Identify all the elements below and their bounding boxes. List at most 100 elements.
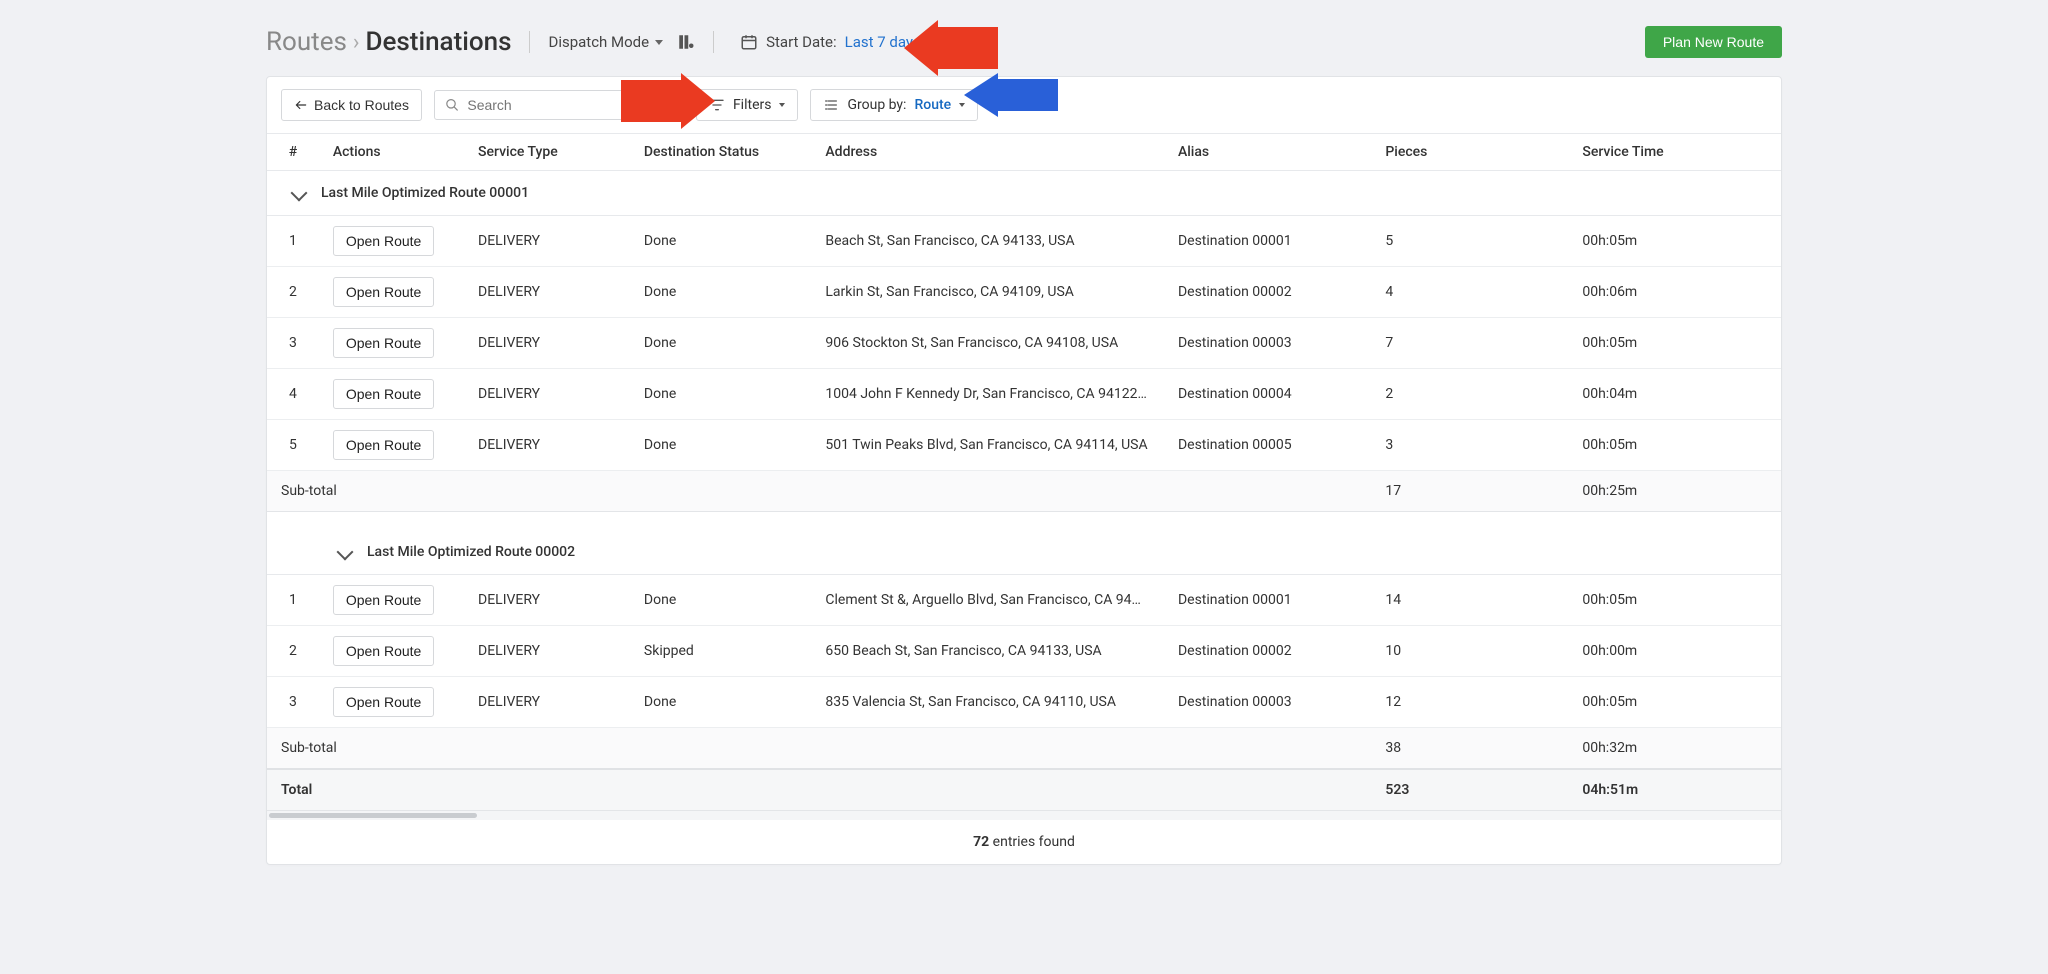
open-route-button[interactable]: Open Route [333,328,435,358]
cell-dest-status: Done [630,676,811,727]
cell-alias: Destination 00003 [1164,318,1371,369]
open-route-button[interactable]: Open Route [333,636,435,666]
open-route-button[interactable]: Open Route [333,430,435,460]
cell-dest-status: Done [630,216,811,267]
back-label: Back to Routes [314,97,409,113]
cell-service-type: DELIVERY [464,267,630,318]
page-header: Routes › Destinations Dispatch Mode Star… [266,18,1782,76]
open-route-button[interactable]: Open Route [333,585,435,615]
cell-pieces: 12 [1371,676,1568,727]
calendar-icon [740,33,758,51]
total-time: 04h:51m [1568,769,1781,811]
cell-service-time: 00h:05m [1568,676,1781,727]
total-pieces: 523 [1371,769,1568,811]
start-date-value: Last 7 days [845,33,921,51]
col-address[interactable]: Address [811,134,1164,171]
separator [713,31,714,53]
group-title: Last Mile Optimized Route 00001 [321,185,529,201]
groupby-value: Route [914,97,951,113]
table-row: 1 Open Route DELIVERY Done Beach St, San… [267,216,1781,267]
cell-service-time: 00h:00m [1568,625,1781,676]
cell-dest-status: Skipped [630,625,811,676]
table-row: 2 Open Route DELIVERY Skipped 650 Beach … [267,625,1781,676]
cell-pieces: 2 [1371,369,1568,420]
row-index: 4 [267,369,319,420]
scrollbar-thumb[interactable] [269,813,477,818]
cell-address: 835 Valencia St, San Francisco, CA 94110… [811,676,1164,727]
search-icon [445,97,459,113]
start-date-dropdown[interactable]: Last 7 days [845,33,933,51]
cell-alias: Destination 00003 [1164,676,1371,727]
col-service-time[interactable]: Service Time [1568,134,1781,171]
chevron-down-icon [291,185,308,202]
dispatch-mode-dropdown[interactable]: Dispatch Mode [548,33,663,51]
cell-service-time: 00h:05m [1568,216,1781,267]
cell-address: Clement St &, Arguello Blvd, San Francis… [811,574,1164,625]
cell-service-time: 00h:05m [1568,574,1781,625]
open-route-button[interactable]: Open Route [333,379,435,409]
list-icon [823,97,839,113]
col-alias[interactable]: Alias [1164,134,1371,171]
subtotal-pieces: 17 [1371,471,1568,512]
total-row: Total52304h:51m [267,769,1781,811]
group-header-row[interactable]: Last Mile Optimized Route 00002 [267,530,1781,575]
breadcrumb: Routes › Destinations [266,27,511,57]
chevron-down-icon [927,40,933,44]
table-row: 3 Open Route DELIVERY Done 835 Valencia … [267,676,1781,727]
subtotal-row: Sub-total3800h:32m [267,727,1781,769]
back-to-routes-button[interactable]: Back to Routes [281,89,422,121]
cell-address: 906 Stockton St, San Francisco, CA 94108… [811,318,1164,369]
plan-new-route-button[interactable]: Plan New Route [1645,26,1782,58]
open-route-button[interactable]: Open Route [333,226,435,256]
groupby-button[interactable]: Group by: Route [810,89,978,121]
card-toolbar: Back to Routes Filters Group by: Route [267,77,1781,133]
chevron-down-icon [959,103,965,107]
table-row: 4 Open Route DELIVERY Done 1004 John F K… [267,369,1781,420]
subtotal-label: Sub-total [267,471,1371,512]
subtotal-pieces: 38 [1371,727,1568,769]
dispatch-mode-label: Dispatch Mode [548,33,649,51]
col-num[interactable]: # [267,134,319,171]
group-header-row[interactable]: Last Mile Optimized Route 00001 [267,171,1781,216]
cell-pieces: 3 [1371,420,1568,471]
cell-dest-status: Done [630,369,811,420]
row-index: 2 [267,267,319,318]
cell-dest-status: Done [630,574,811,625]
cell-pieces: 10 [1371,625,1568,676]
col-pieces[interactable]: Pieces [1371,134,1568,171]
open-route-button[interactable]: Open Route [333,687,435,717]
search-field[interactable] [434,90,684,120]
row-index: 3 [267,676,319,727]
col-dest-status[interactable]: Destination Status [630,134,811,171]
cell-alias: Destination 00001 [1164,574,1371,625]
arrow-left-icon [294,98,308,112]
cell-service-time: 00h:05m [1568,420,1781,471]
destinations-table: # Actions Service Type Destination Statu… [267,133,1781,811]
search-input[interactable] [467,97,673,113]
cell-service-time: 00h:04m [1568,369,1781,420]
row-index: 3 [267,318,319,369]
breadcrumb-routes[interactable]: Routes [266,27,347,57]
cell-address: 501 Twin Peaks Blvd, San Francisco, CA 9… [811,420,1164,471]
filters-button[interactable]: Filters [696,89,799,121]
cell-pieces: 14 [1371,574,1568,625]
total-label: Total [267,769,1371,811]
col-actions[interactable]: Actions [319,134,464,171]
cell-service-type: DELIVERY [464,369,630,420]
cell-service-time: 00h:06m [1568,267,1781,318]
filters-label: Filters [733,97,772,113]
group-title: Last Mile Optimized Route 00002 [367,544,575,560]
cell-alias: Destination 00004 [1164,369,1371,420]
cell-alias: Destination 00001 [1164,216,1371,267]
route-columns-icon-button[interactable] [677,33,695,51]
cell-service-type: DELIVERY [464,625,630,676]
col-service-type[interactable]: Service Type [464,134,630,171]
entries-count: 72 [973,834,989,850]
horizontal-scrollbar[interactable] [267,811,1781,820]
open-route-button[interactable]: Open Route [333,277,435,307]
chevron-down-icon [779,103,785,107]
cell-alias: Destination 00002 [1164,267,1371,318]
separator [529,31,530,53]
cell-pieces: 4 [1371,267,1568,318]
destinations-table-wrap: # Actions Service Type Destination Statu… [267,133,1781,811]
